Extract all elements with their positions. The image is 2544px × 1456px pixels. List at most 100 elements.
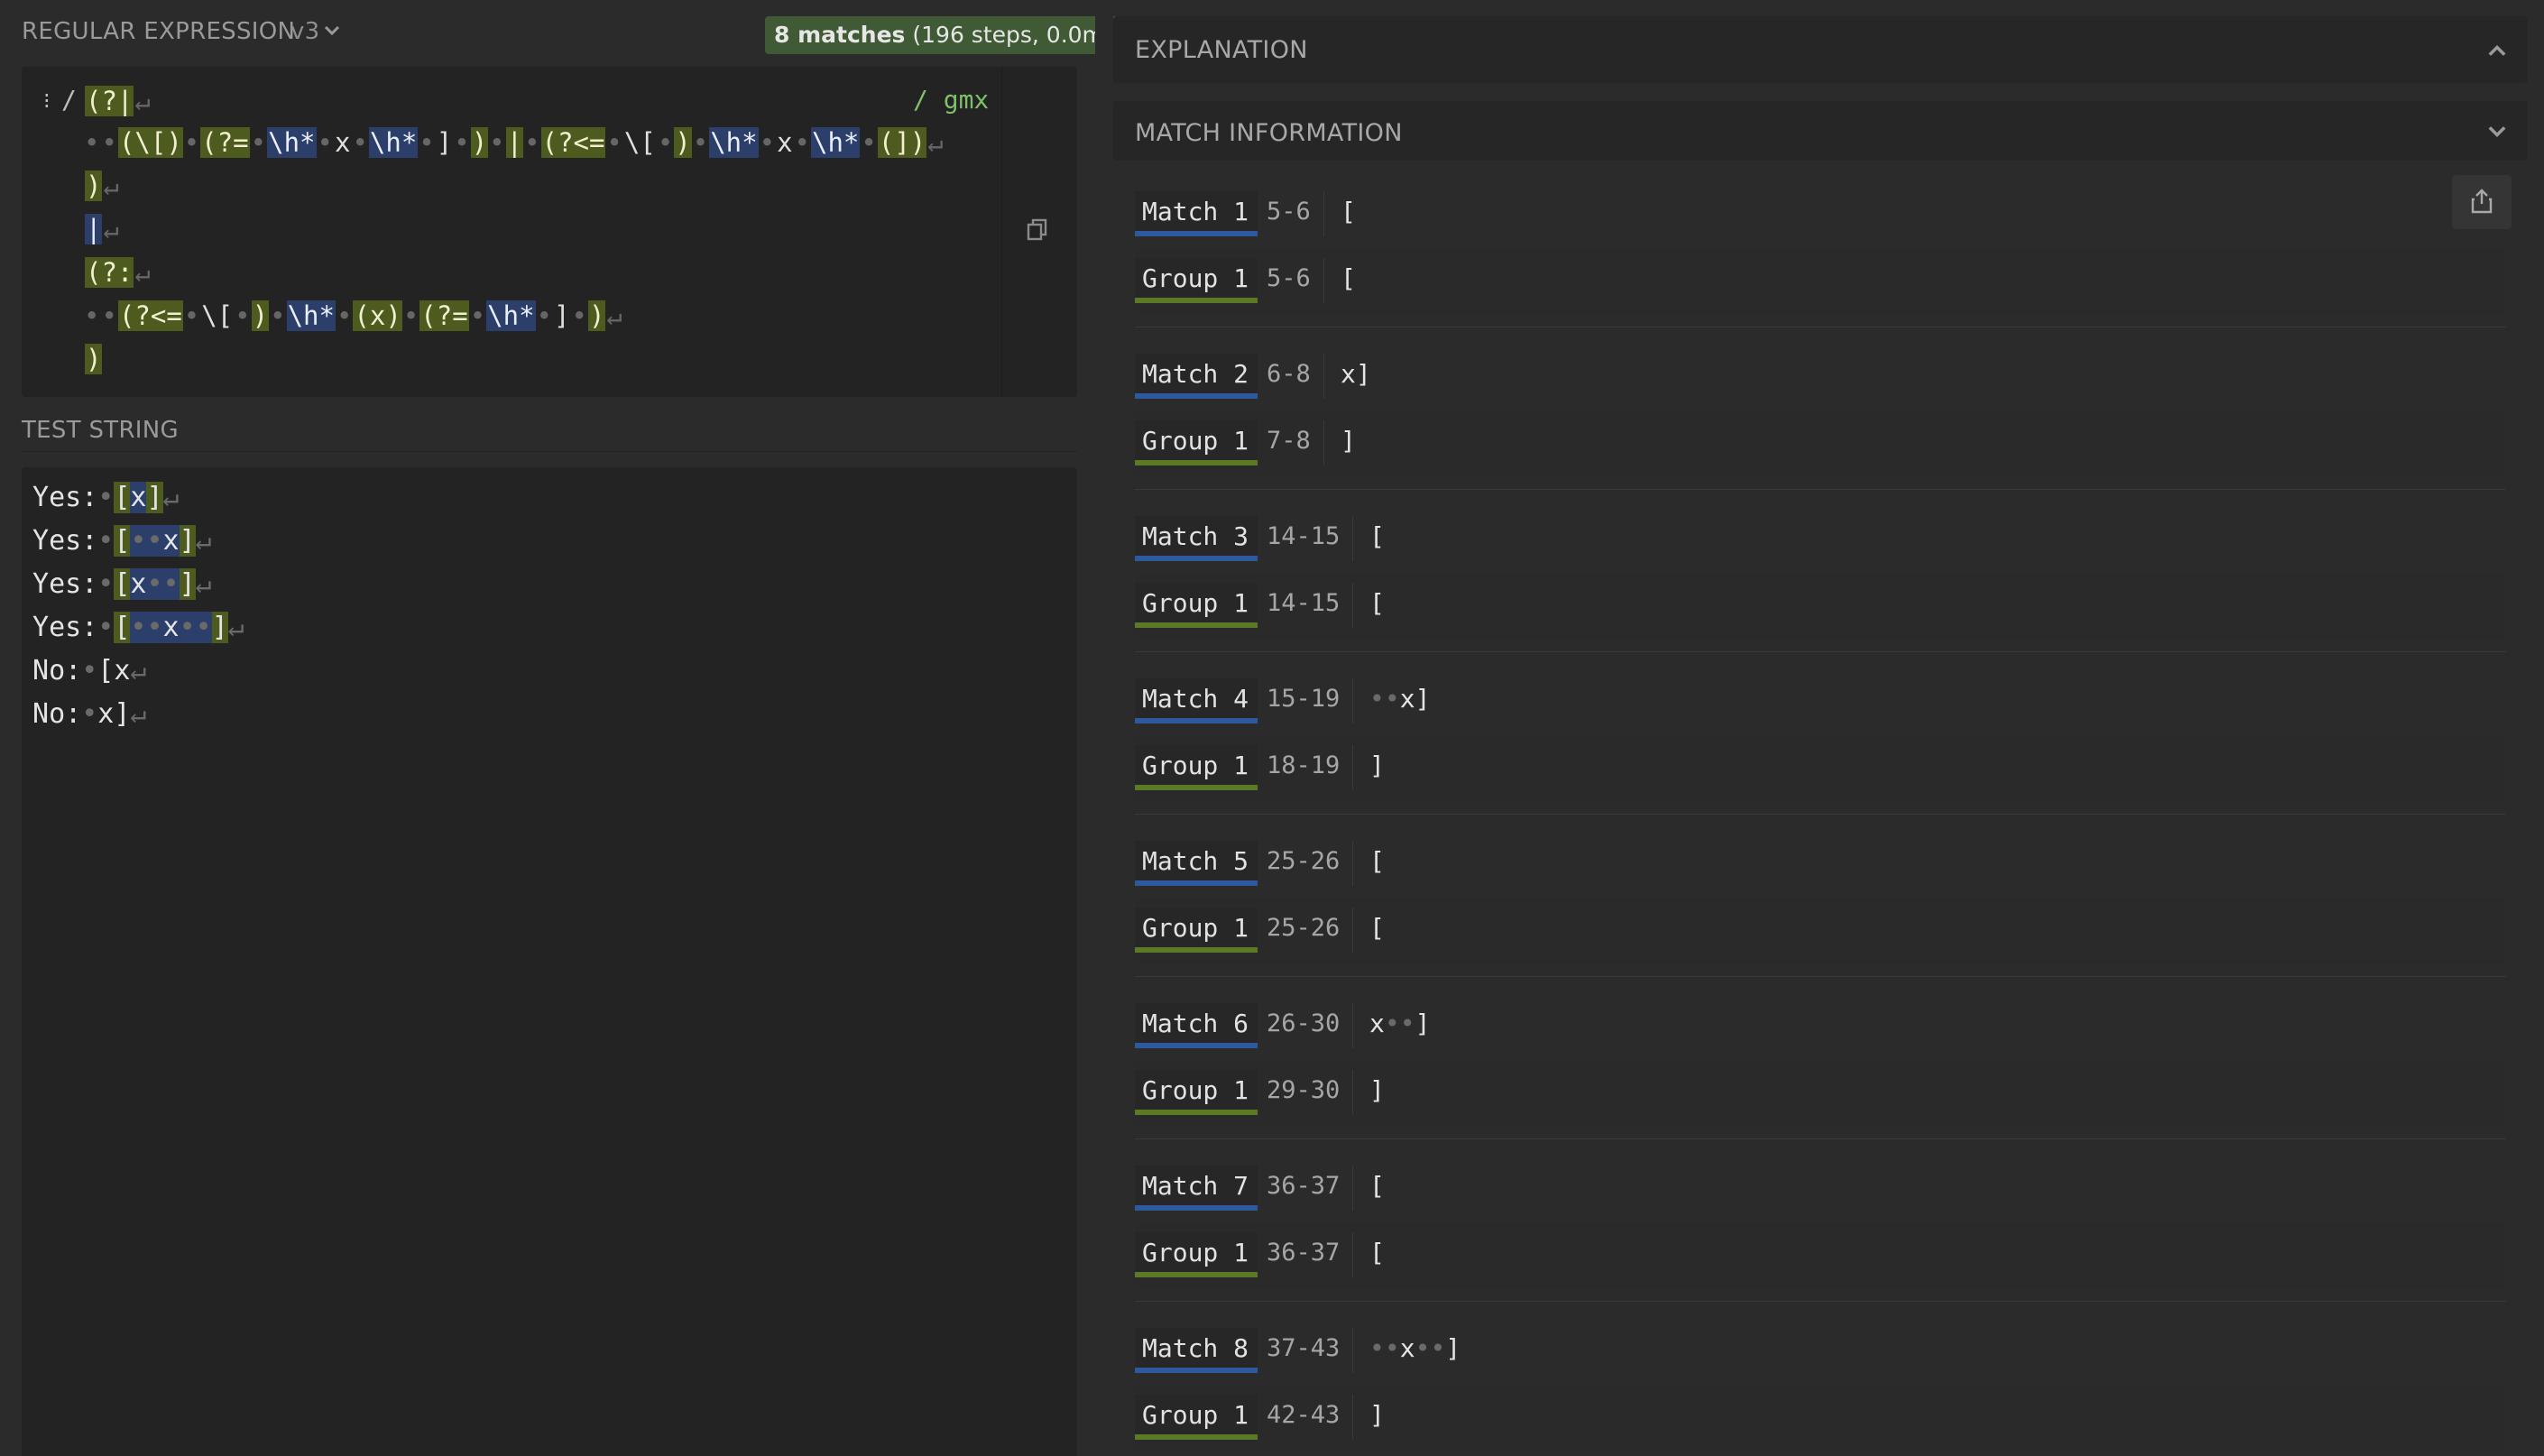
group-range: 5-6 xyxy=(1267,258,1324,303)
pane-splitter[interactable] xyxy=(1095,0,1113,1456)
group-label: Group 1 xyxy=(1135,745,1258,790)
match-value: ••x] xyxy=(1369,684,1431,714)
regex-line-1[interactable]: (?|↵ xyxy=(85,83,152,119)
group-row[interactable]: Group 1 5-6 [ xyxy=(1135,249,2506,314)
group-row[interactable]: Group 1 36-37 [ xyxy=(1135,1223,2506,1288)
regex-flags-value[interactable]: gmx xyxy=(944,85,990,115)
match-row[interactable]: Match 6 26-30 x••] xyxy=(1135,994,2506,1059)
match-information-list: Match 1 5-6[Group 1 5-6[Match 2 6-8 x] Group … xyxy=(1113,161,2528,1456)
match-row[interactable]: Match 1 5-6 [ xyxy=(1135,182,2506,247)
match-count-badge: 8 matches (196 steps, 0.0ms) xyxy=(765,16,1134,54)
regex-line-5[interactable]: (?:↵ xyxy=(85,254,152,290)
test-string-editor[interactable]: Yes:•[x]↵ Yes:•[••x]↵ Yes:•[x••]↵ Yes:•[… xyxy=(22,467,1077,1456)
regex-line-2[interactable]: ••(\[)•(?=•\h*•x•\h*•]•)•|•(?<=•\[•)•\h*… xyxy=(83,124,945,161)
match-count-detail: (196 steps, 0.0ms) xyxy=(905,22,1125,48)
match-information-header[interactable]: MATCH INFORMATION xyxy=(1113,101,2528,161)
group-value: ] xyxy=(1369,751,1385,780)
match-range: 6-8 xyxy=(1267,354,1324,399)
test-line-2[interactable]: Yes:•[••x]↵ xyxy=(32,521,212,561)
group-row[interactable]: Group 1 29-30] xyxy=(1135,1061,2506,1126)
test-string-title: TEST STRING xyxy=(22,417,179,444)
group-range: 42-43 xyxy=(1267,1395,1354,1440)
match-separator xyxy=(1135,1138,2506,1139)
match-value: x] xyxy=(1341,359,1371,389)
regex-editor[interactable]: ⁝ / / gmx (?|↵ ••(\[)•(?=•\h*•x•\h*•]•)•… xyxy=(22,67,1077,397)
explanation-header[interactable]: EXPLANATION xyxy=(1113,16,2528,83)
drag-handle-icon[interactable]: ⁝ xyxy=(43,90,51,112)
match-value: [ xyxy=(1369,1171,1385,1201)
match-separator xyxy=(1135,814,2506,815)
match-label: Match 6 xyxy=(1135,1003,1258,1048)
match-row[interactable]: Match 8 37-43 ••x••] xyxy=(1135,1319,2506,1384)
group-label: Group 1 xyxy=(1135,908,1258,953)
match-information-title: MATCH INFORMATION xyxy=(1135,119,1403,147)
copy-icon[interactable] xyxy=(1025,217,1050,242)
regex-editor-divider xyxy=(1001,67,1002,397)
match-row[interactable]: Match 5 25-26 [ xyxy=(1135,832,2506,897)
group-row[interactable]: Group 1 7-8] xyxy=(1135,411,2506,476)
match-range: 36-37 xyxy=(1267,1166,1354,1211)
regex-line-7[interactable]: ) xyxy=(85,341,103,377)
regex-panel-title: REGULAR EXPRESSION xyxy=(22,18,296,45)
match-row[interactable]: Match 2 6-8 x] xyxy=(1135,345,2506,410)
group-row[interactable]: Group 1 18-19] xyxy=(1135,736,2506,801)
match-value: ••x••] xyxy=(1369,1333,1461,1363)
group-label: Group 1 xyxy=(1135,583,1258,628)
chevron-down-icon[interactable] xyxy=(2484,119,2510,144)
regex-line-3[interactable]: )↵ xyxy=(85,168,120,204)
group-range: 7-8 xyxy=(1267,420,1324,465)
explanation-title: EXPLANATION xyxy=(1135,36,1308,64)
match-range: 26-30 xyxy=(1267,1003,1354,1048)
match-separator xyxy=(1135,976,2506,977)
group-value: [ xyxy=(1369,588,1385,618)
test-line-5[interactable]: No:•[x↵ xyxy=(32,651,146,691)
match-count-bold: 8 matches xyxy=(774,22,906,48)
match-range: 15-19 xyxy=(1267,678,1354,723)
match-separator xyxy=(1135,1301,2506,1302)
chevron-down-icon[interactable] xyxy=(321,20,343,41)
group-row[interactable]: Group 1 14-15 [ xyxy=(1135,574,2506,639)
match-range: 14-15 xyxy=(1267,516,1354,561)
chevron-up-icon[interactable] xyxy=(2484,38,2510,63)
regex-delimiter-close: / xyxy=(913,85,928,115)
regex-version-label[interactable]: v3 xyxy=(290,18,320,45)
test-line-1[interactable]: Yes:•[x]↵ xyxy=(32,478,180,518)
match-value: x••] xyxy=(1369,1009,1431,1038)
match-row[interactable]: Match 3 14-15 [ xyxy=(1135,507,2506,572)
match-range: 25-26 xyxy=(1267,841,1354,886)
group-label: Group 1 xyxy=(1135,1070,1258,1115)
group-range: 25-26 xyxy=(1267,908,1354,953)
test-line-6[interactable]: No:•x]↵ xyxy=(32,695,146,734)
group-value: [ xyxy=(1369,913,1385,943)
match-separator xyxy=(1135,489,2506,490)
match-value: [ xyxy=(1369,521,1385,551)
match-label: Match 5 xyxy=(1135,841,1258,886)
match-label: Match 7 xyxy=(1135,1166,1258,1211)
group-label: Group 1 xyxy=(1135,1395,1258,1440)
regex-line-4[interactable]: |↵ xyxy=(85,211,120,247)
group-value: [ xyxy=(1341,263,1356,293)
match-label: Match 8 xyxy=(1135,1328,1258,1373)
group-value: [ xyxy=(1369,1238,1385,1267)
test-line-3[interactable]: Yes:•[x••]↵ xyxy=(32,565,212,604)
match-label: Match 4 xyxy=(1135,678,1258,723)
test-line-4[interactable]: Yes:•[••x••]↵ xyxy=(32,608,244,648)
group-row[interactable]: Group 1 42-43] xyxy=(1135,1386,2506,1451)
match-range: 5-6 xyxy=(1267,191,1324,236)
match-value: [ xyxy=(1369,846,1385,876)
group-row[interactable]: Group 1 25-26 [ xyxy=(1135,898,2506,963)
regex-flags[interactable]: / gmx xyxy=(913,85,989,115)
regex-line-6[interactable]: ••(?<=•\[•)•\h*•(x)•(?=•\h*•]•)↵ xyxy=(83,298,623,334)
match-row[interactable]: Match 4 15-19 ••x] xyxy=(1135,669,2506,734)
match-label: Match 1 xyxy=(1135,191,1258,236)
regex-delimiter-open: / xyxy=(61,85,77,115)
group-range: 36-37 xyxy=(1267,1232,1354,1277)
match-separator xyxy=(1135,651,2506,652)
match-range: 37-43 xyxy=(1267,1328,1354,1373)
group-range: 18-19 xyxy=(1267,745,1354,790)
match-row[interactable]: Match 7 36-37 [ xyxy=(1135,1157,2506,1221)
group-range: 14-15 xyxy=(1267,583,1354,628)
test-string-divider xyxy=(22,451,1077,452)
group-label: Group 1 xyxy=(1135,258,1258,303)
match-label: Match 3 xyxy=(1135,516,1258,561)
